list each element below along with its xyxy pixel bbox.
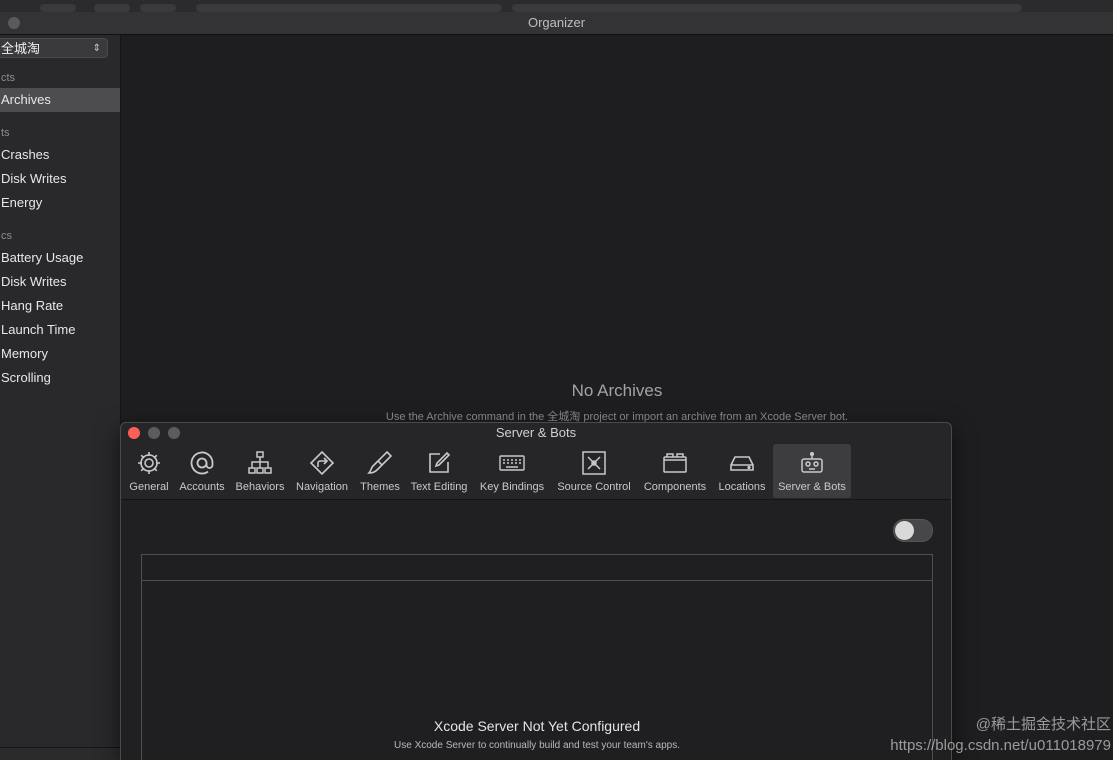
tab-behaviors[interactable]: Behaviors: [232, 444, 288, 498]
tab-server-bots[interactable]: Server & Bots: [773, 444, 851, 498]
sidebar-group-reports: ts: [1, 127, 10, 139]
minimize-button[interactable]: [148, 427, 160, 439]
sidebar-item-scrolling[interactable]: Scrolling: [0, 366, 120, 390]
server-status-subtitle: Use Xcode Server to continually build an…: [394, 740, 680, 751]
background-window-strip: [0, 0, 1113, 12]
sidebar-item-hang-rate[interactable]: Hang Rate: [0, 294, 120, 318]
organizer-title: Organizer: [527, 15, 586, 30]
background-tab: [40, 4, 76, 12]
tab-components[interactable]: Components: [639, 444, 711, 498]
scheme-select-value: 全城淘: [1, 41, 41, 56]
tab-label: Components: [643, 481, 707, 493]
sidebar-group-metrics: cs: [1, 230, 12, 242]
tab-text-editing[interactable]: Text Editing: [407, 444, 471, 498]
sidebar-item-memory[interactable]: Memory: [0, 342, 120, 366]
hierarchy-icon: [247, 450, 273, 476]
tab-label: Key Bindings: [479, 481, 545, 493]
tab-label: General: [129, 481, 169, 493]
up-down-chevron-icon: ⇕: [92, 43, 101, 54]
sidebar-item-disk-writes-metrics[interactable]: Disk Writes: [0, 270, 120, 294]
watermark-line-1: @稀土掘金技术社区: [975, 716, 1111, 733]
empty-state-title: No Archives: [571, 381, 663, 400]
close-button[interactable]: [128, 427, 140, 439]
tab-key-bindings[interactable]: Key Bindings: [475, 444, 549, 498]
tab-locations[interactable]: Locations: [714, 444, 770, 498]
xcode-server-toggle[interactable]: [893, 519, 933, 542]
navigation-arrow-icon: [309, 450, 335, 476]
watermark-line-2: https://blog.csdn.net/u011018979: [890, 737, 1111, 754]
tab-label: Server & Bots: [778, 481, 846, 493]
sidebar-footer: [0, 747, 120, 760]
sidebar-item-crashes[interactable]: Crashes: [0, 143, 120, 167]
robot-icon: [799, 450, 825, 476]
tab-navigation[interactable]: Navigation: [291, 444, 353, 498]
preferences-toolbar: General Accounts Behaviors Navigation Th…: [121, 443, 951, 500]
organizer-sidebar: 全城淘 ⇕ cts Archives ts Crashes Disk Write…: [0, 35, 121, 747]
tab-label: Themes: [360, 481, 400, 493]
pencil-square-icon: [426, 450, 452, 476]
tab-label: Behaviors: [235, 481, 285, 493]
sidebar-group-products: cts: [1, 72, 16, 84]
tab-source-control[interactable]: Source Control: [552, 444, 636, 498]
background-tab: [94, 4, 130, 12]
sidebar-item-disk-writes-reports[interactable]: Disk Writes: [0, 167, 120, 191]
sidebar-item-archives[interactable]: Archives: [0, 88, 120, 112]
drive-icon: [729, 450, 755, 476]
toggle-knob: [895, 521, 914, 540]
folders-icon: [662, 450, 688, 476]
sidebar-item-energy[interactable]: Energy: [0, 191, 120, 215]
tab-accounts[interactable]: Accounts: [175, 444, 229, 498]
tab-label: Accounts: [179, 481, 225, 493]
background-tab: [140, 4, 176, 12]
scheme-select[interactable]: 全城淘 ⇕: [0, 38, 108, 58]
server-bots-pane: Xcode Server Not Yet Configured Use Xcod…: [121, 500, 951, 760]
zoom-button[interactable]: [168, 427, 180, 439]
server-list-header: [142, 555, 932, 581]
tab-label: Source Control: [557, 481, 631, 493]
preferences-title: Server & Bots: [495, 425, 577, 440]
preferences-window: Server & Bots General Accounts Behaviors…: [120, 422, 952, 760]
source-control-icon: [581, 450, 607, 476]
watermark: @稀土掘金技术社区 https://blog.csdn.net/u0110189…: [866, 714, 1111, 756]
server-list-box: Xcode Server Not Yet Configured Use Xcod…: [141, 554, 933, 760]
at-sign-icon: [189, 450, 215, 476]
background-tab: [196, 4, 502, 12]
sidebar-item-battery-usage[interactable]: Battery Usage: [0, 246, 120, 270]
tab-label: Locations: [718, 481, 766, 493]
tab-label: Text Editing: [410, 481, 468, 493]
window-control-icon[interactable]: [8, 17, 20, 29]
server-status-title: Xcode Server Not Yet Configured: [433, 718, 641, 734]
sidebar-item-launch-time[interactable]: Launch Time: [0, 318, 120, 342]
organizer-title-bar: Organizer: [0, 12, 1113, 35]
tab-general[interactable]: General: [126, 444, 172, 498]
preferences-title-bar: Server & Bots: [121, 423, 951, 443]
background-tab: [512, 4, 1022, 12]
keyboard-icon: [499, 450, 525, 476]
tab-themes[interactable]: Themes: [356, 444, 404, 498]
gear-icon: [136, 450, 162, 476]
tab-label: Navigation: [296, 481, 348, 493]
paintbrush-icon: [367, 450, 393, 476]
